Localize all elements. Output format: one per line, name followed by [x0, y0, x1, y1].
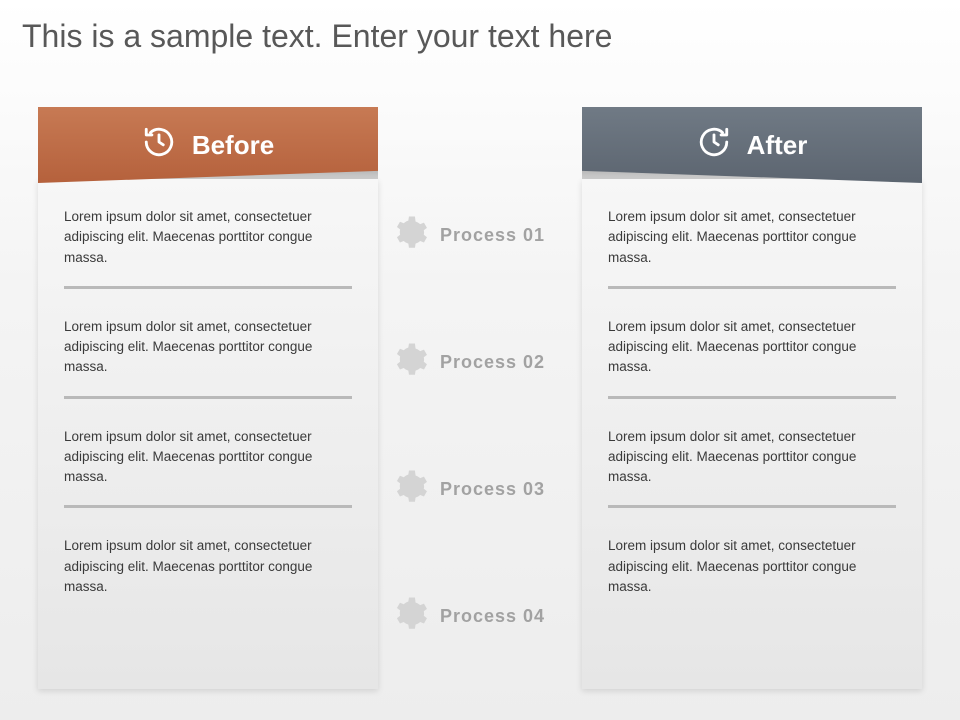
- divider: [608, 505, 896, 508]
- gear-icon: [392, 215, 428, 256]
- divider: [64, 505, 352, 508]
- process-row: Process 01: [392, 215, 568, 256]
- before-label: Before: [192, 130, 274, 161]
- gear-icon: [392, 469, 428, 510]
- before-panel: Lorem ipsum dolor sit amet, consectetuer…: [38, 179, 378, 689]
- page-title: This is a sample text. Enter your text h…: [22, 18, 938, 55]
- process-list: Process 01 Process 02 Process 03 Process…: [392, 215, 568, 637]
- after-panel: Lorem ipsum dolor sit amet, consectetuer…: [582, 179, 922, 689]
- list-item: Lorem ipsum dolor sit amet, consectetuer…: [64, 427, 352, 488]
- process-label: Process 02: [440, 352, 545, 373]
- process-row: Process 03: [392, 469, 568, 510]
- list-item: Lorem ipsum dolor sit amet, consectetuer…: [64, 207, 352, 268]
- divider: [608, 396, 896, 399]
- list-item: Lorem ipsum dolor sit amet, consectetuer…: [608, 427, 896, 488]
- content-area: Before Lorem ipsum dolor sit amet, conse…: [22, 107, 938, 697]
- history-icon: [142, 125, 176, 166]
- process-row: Process 04: [392, 596, 568, 637]
- divider: [64, 286, 352, 289]
- process-label: Process 01: [440, 225, 545, 246]
- after-header: After: [582, 107, 922, 183]
- process-row: Process 02: [392, 342, 568, 383]
- list-item: Lorem ipsum dolor sit amet, consectetuer…: [608, 207, 896, 268]
- refresh-clock-icon: [697, 125, 731, 166]
- list-item: Lorem ipsum dolor sit amet, consectetuer…: [608, 536, 896, 597]
- list-item: Lorem ipsum dolor sit amet, consectetuer…: [64, 317, 352, 378]
- after-column: After Lorem ipsum dolor sit amet, consec…: [582, 107, 922, 697]
- list-item: Lorem ipsum dolor sit amet, consectetuer…: [608, 317, 896, 378]
- after-label: After: [747, 130, 808, 161]
- process-label: Process 03: [440, 479, 545, 500]
- gear-icon: [392, 596, 428, 637]
- divider: [64, 396, 352, 399]
- divider: [608, 286, 896, 289]
- before-column: Before Lorem ipsum dolor sit amet, conse…: [38, 107, 378, 697]
- before-header: Before: [38, 107, 378, 183]
- list-item: Lorem ipsum dolor sit amet, consectetuer…: [64, 536, 352, 597]
- process-label: Process 04: [440, 606, 545, 627]
- gear-icon: [392, 342, 428, 383]
